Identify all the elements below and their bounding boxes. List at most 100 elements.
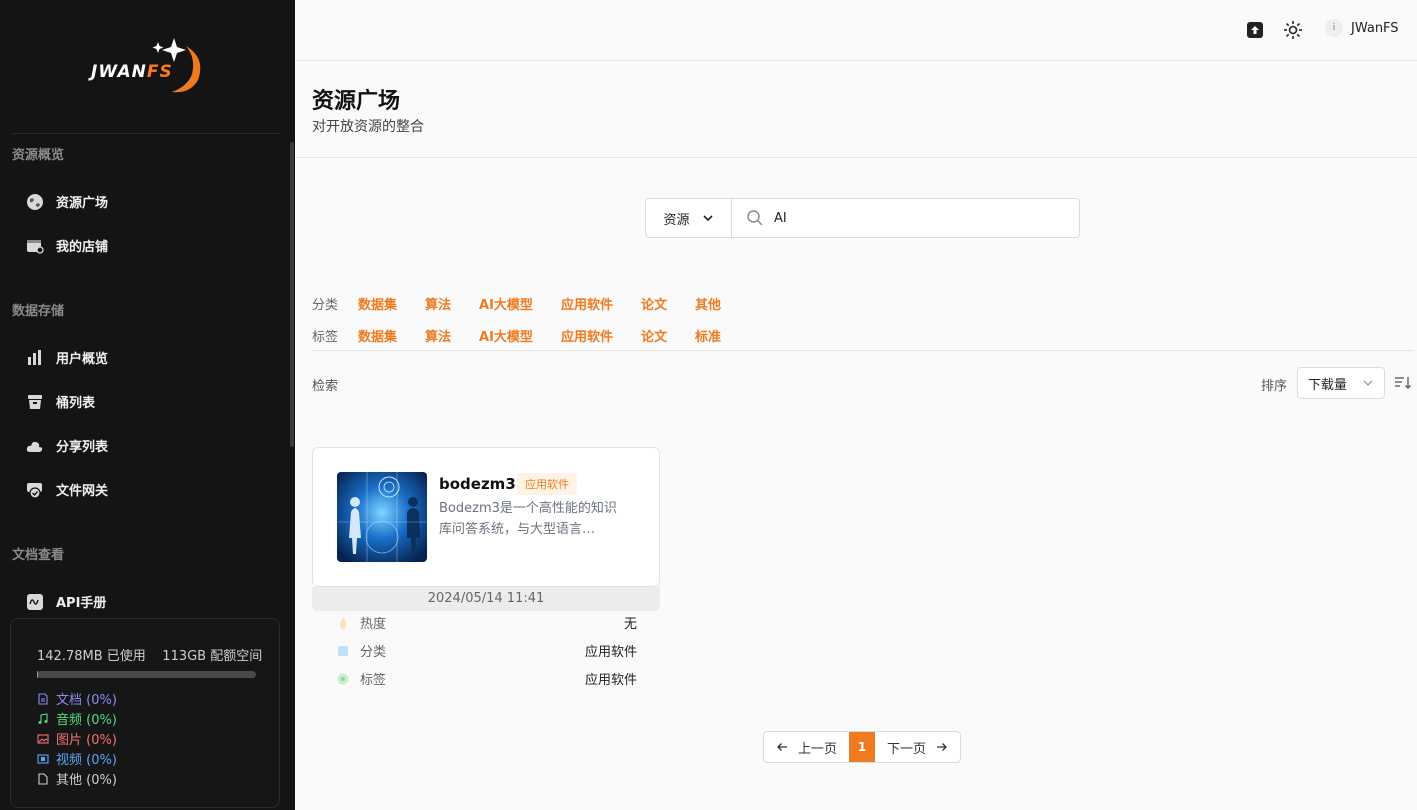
cube-icon: [338, 645, 348, 656]
legend-video: 视频 (0%): [37, 749, 117, 768]
search-field: [732, 209, 1079, 227]
sidebar-item-share-list[interactable]: 分享列表: [26, 436, 108, 455]
sidebar-divider: [12, 133, 280, 134]
sidebar-item-label: 资源广场: [56, 196, 109, 211]
search-input[interactable]: [774, 210, 1054, 226]
tag-chip[interactable]: 算法: [425, 326, 451, 345]
header-divider: [295, 157, 1417, 158]
pagination: 上一页 1 下一页: [763, 731, 962, 763]
globe-icon: [27, 193, 43, 210]
tag-chip[interactable]: 应用软件: [561, 326, 613, 345]
resource-thumbnail: [337, 472, 427, 562]
search-type-select[interactable]: 资源: [646, 199, 732, 237]
legend-other: 其他 (0%): [37, 769, 117, 788]
search-bar: 资源: [645, 198, 1080, 238]
tag-chip[interactable]: 数据集: [358, 326, 397, 345]
section-title-storage: 数据存储: [12, 304, 65, 319]
sort-label: 排序: [1261, 379, 1288, 394]
avatar: i: [1325, 19, 1343, 37]
sidebar-item-label: 文件网关: [56, 484, 109, 499]
sidebar-item-resource-square[interactable]: 资源广场: [26, 192, 108, 211]
sidebar-item-api-manual[interactable]: API手册: [26, 592, 106, 611]
prev-page-button[interactable]: 上一页: [764, 732, 849, 762]
category-chip[interactable]: 其他: [695, 294, 721, 313]
resource-name: bodezm3: [439, 475, 516, 493]
category-label: 分类: [312, 298, 339, 313]
category-chip[interactable]: 应用软件: [561, 294, 613, 313]
tag-chip[interactable]: 论文: [641, 326, 667, 345]
sidebar-item-label: 桶列表: [56, 396, 96, 411]
meta-row-tag: 标签 应用软件: [337, 669, 637, 688]
tag-chip[interactable]: 标准: [695, 326, 721, 345]
document-icon: [38, 692, 48, 705]
chevron-down-icon: [1363, 380, 1373, 386]
sidebar-item-label: 用户概览: [56, 352, 109, 367]
video-icon: [37, 753, 49, 764]
cloud-icon: [26, 441, 43, 452]
search-icon: [747, 210, 763, 226]
page-number-current[interactable]: 1: [849, 732, 876, 762]
meta-row-category: 分类 应用软件: [337, 641, 637, 660]
storage-usage-text: 142.78MB 已使用 113GB 配额空间: [37, 649, 263, 664]
shield-icon: [27, 482, 42, 499]
arrow-left-icon: [777, 743, 787, 751]
resource-card[interactable]: bodezm3 应用软件 Bodezm3是一个高性能的知识库问答系统，与大型语言…: [312, 447, 660, 587]
chevron-down-icon: [702, 215, 713, 222]
sidebar-item-my-store[interactable]: 我的店铺: [26, 236, 108, 255]
resource-date: 2024/05/14 11:41: [312, 587, 660, 611]
meta-row-heat: 热度 无: [337, 613, 637, 632]
results-label: 检索: [312, 379, 339, 394]
legend-document: 文档 (0%): [37, 689, 117, 708]
sun-icon[interactable]: [1283, 20, 1303, 40]
bar-chart-icon: [28, 349, 41, 365]
resource-description: Bodezm3是一个高性能的知识库问答系统，与大型语言…: [439, 501, 617, 537]
user-menu[interactable]: i JWanFS: [1325, 19, 1399, 37]
sidebar-item-file-gateway[interactable]: 文件网关: [26, 480, 108, 499]
sidebar-item-label: API手册: [56, 596, 107, 611]
api-icon: [27, 593, 43, 610]
tag-label: 标签: [312, 330, 339, 345]
storage-progress-fill: [37, 671, 39, 678]
arrow-right-icon: [937, 743, 947, 751]
sidebar-item-bucket-list[interactable]: 桶列表: [26, 392, 95, 411]
sidebar-item-label: 我的店铺: [56, 240, 109, 255]
next-page-button[interactable]: 下一页: [875, 732, 960, 762]
category-chip[interactable]: AI大模型: [479, 294, 533, 313]
section-title-docs: 文档查看: [12, 548, 65, 563]
storage-progress-bar: [37, 671, 256, 678]
category-chip[interactable]: 数据集: [358, 294, 397, 313]
legend-audio: 音频 (0%): [37, 709, 117, 728]
brand-logo[interactable]: JWANFS: [88, 36, 208, 96]
sort-order-icon[interactable]: [1394, 374, 1412, 392]
logo-text: JWANFS: [91, 62, 173, 82]
section-title-overview: 资源概览: [12, 148, 65, 163]
filter-divider: [312, 350, 1414, 351]
sidebar-scrollbar[interactable]: [290, 142, 294, 447]
tag-chip[interactable]: AI大模型: [479, 326, 533, 345]
page-title: 资源广场: [312, 89, 401, 114]
image-icon: [37, 733, 49, 744]
bucket-icon: [28, 394, 42, 409]
category-chip[interactable]: 算法: [425, 294, 451, 313]
legend-image: 图片 (0%): [37, 729, 117, 748]
tag-filter-row: 标签 数据集 算法 AI大模型 应用软件 论文 标准: [312, 326, 749, 345]
flame-icon: [340, 616, 347, 629]
store-icon: [27, 239, 44, 254]
sidebar-item-user-overview[interactable]: 用户概览: [26, 348, 108, 367]
page-subtitle: 对开放资源的整合: [312, 119, 424, 135]
file-icon: [38, 772, 48, 785]
music-icon: [38, 712, 48, 724]
sort-value: 下载量: [1308, 377, 1348, 393]
user-name: JWanFS: [1351, 20, 1399, 36]
resource-category-badge: 应用软件: [517, 473, 577, 495]
tag-icon: [337, 673, 349, 684]
top-bar: i JWanFS: [295, 0, 1417, 61]
sort-select[interactable]: 下载量: [1297, 367, 1385, 399]
category-filter-row: 分类 数据集 算法 AI大模型 应用软件 论文 其他: [312, 294, 749, 313]
sidebar-item-label: 分享列表: [56, 440, 109, 455]
search-type-value: 资源: [663, 212, 690, 228]
sidebar: JWANFS 资源概览 资源广场 我的店铺 数据存储 用户概览 桶列表 分享列表…: [0, 0, 295, 810]
storage-usage-panel: 142.78MB 已使用 113GB 配额空间 文档 (0%) 音频 (0%) …: [10, 618, 280, 808]
category-chip[interactable]: 论文: [641, 294, 667, 313]
upload-icon[interactable]: [1245, 20, 1265, 40]
